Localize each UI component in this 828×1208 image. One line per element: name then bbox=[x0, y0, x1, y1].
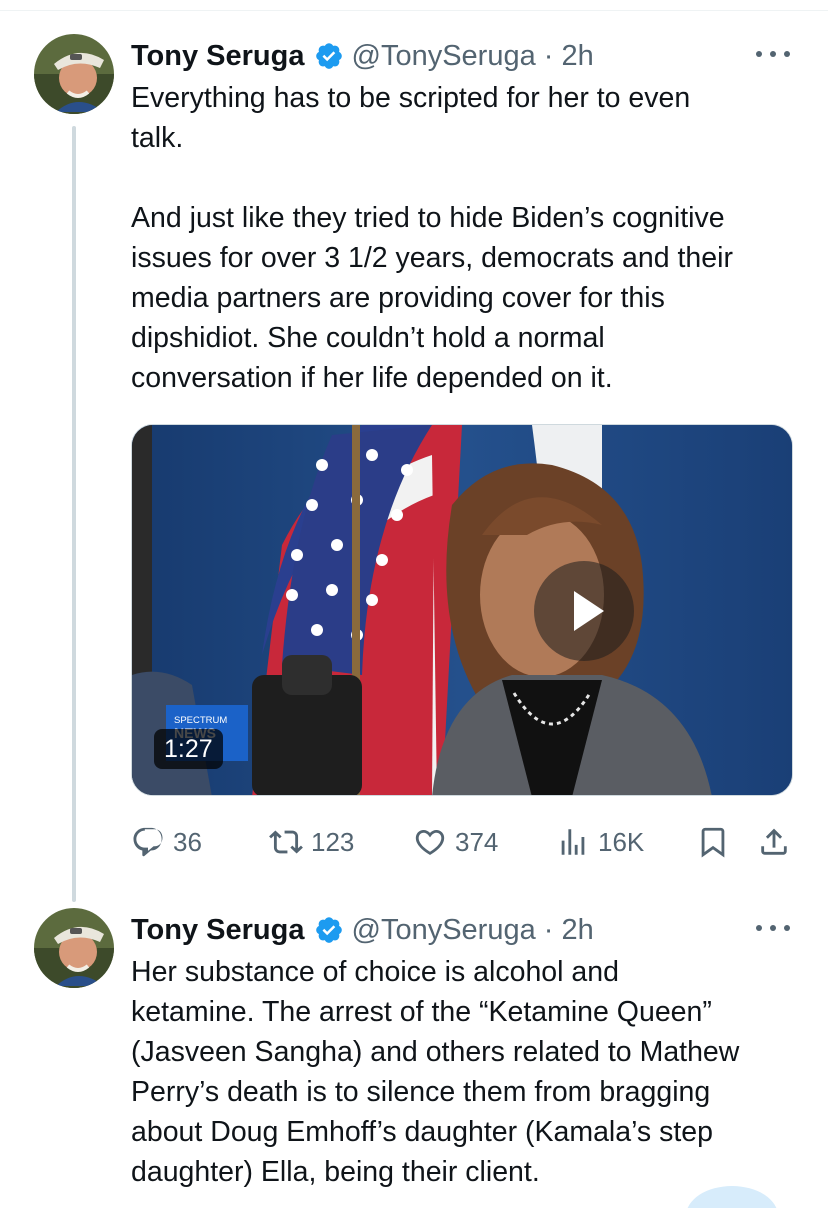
tweet-paragraph: Everything has to be scripted for her to… bbox=[131, 82, 691, 154]
more-options-icon[interactable] bbox=[756, 918, 790, 938]
thread-line bbox=[72, 126, 76, 902]
retweet-icon bbox=[269, 830, 303, 854]
views-chart-icon bbox=[561, 829, 585, 855]
views-button[interactable]: 16K bbox=[556, 822, 644, 862]
reply-count: 36 bbox=[173, 826, 202, 857]
video-player[interactable]: SPECTRUM NEWS 1:27 bbox=[131, 424, 793, 796]
author-name[interactable]: Tony Seruga bbox=[131, 40, 305, 73]
play-icon bbox=[574, 591, 604, 631]
verified-badge-icon bbox=[315, 917, 342, 943]
tweet-text: Everything has to be scripted for her to… bbox=[131, 78, 801, 398]
like-button[interactable]: 374 bbox=[413, 822, 498, 862]
play-button[interactable] bbox=[534, 561, 634, 661]
bookmark-button[interactable] bbox=[696, 822, 730, 862]
tweet-paragraph: Her substance of choice is alcohol and k… bbox=[131, 956, 740, 1188]
retweet-button[interactable]: 123 bbox=[269, 822, 354, 862]
avatar[interactable] bbox=[34, 34, 114, 114]
share-button[interactable] bbox=[757, 822, 791, 862]
heart-icon bbox=[415, 829, 445, 855]
tweet[interactable]: Tony Seruga @TonySeruga · 2h Her substan… bbox=[0, 904, 828, 1208]
bookmark-icon bbox=[701, 827, 725, 858]
verified-badge-icon bbox=[315, 43, 342, 69]
top-divider bbox=[0, 10, 828, 11]
tweet-paragraph: And just like they tried to hide Biden’s… bbox=[131, 202, 733, 394]
author-handle-time[interactable]: @TonySeruga · 2h bbox=[352, 914, 594, 947]
more-options-icon[interactable] bbox=[756, 44, 790, 64]
reply-icon bbox=[133, 827, 163, 857]
author-name[interactable]: Tony Seruga bbox=[131, 914, 305, 947]
like-count: 374 bbox=[455, 826, 499, 857]
tweet-header: Tony Seruga @TonySeruga · 2h bbox=[131, 912, 594, 948]
reply-button[interactable]: 36 bbox=[131, 822, 202, 862]
avatar[interactable] bbox=[34, 908, 114, 988]
video-duration: 1:27 bbox=[154, 729, 223, 769]
tweet-text: Her substance of choice is alcohol and k… bbox=[131, 952, 801, 1192]
tweet-header: Tony Seruga @TonySeruga · 2h bbox=[131, 38, 594, 74]
views-count: 16K bbox=[598, 826, 645, 857]
retweet-count: 123 bbox=[311, 826, 355, 857]
action-bar: 36 123 374 16K bbox=[131, 822, 793, 862]
tweet[interactable]: Tony Seruga @TonySeruga · 2h Everything … bbox=[0, 30, 828, 910]
share-icon bbox=[761, 828, 787, 855]
author-handle-time[interactable]: @TonySeruga · 2h bbox=[352, 40, 594, 73]
